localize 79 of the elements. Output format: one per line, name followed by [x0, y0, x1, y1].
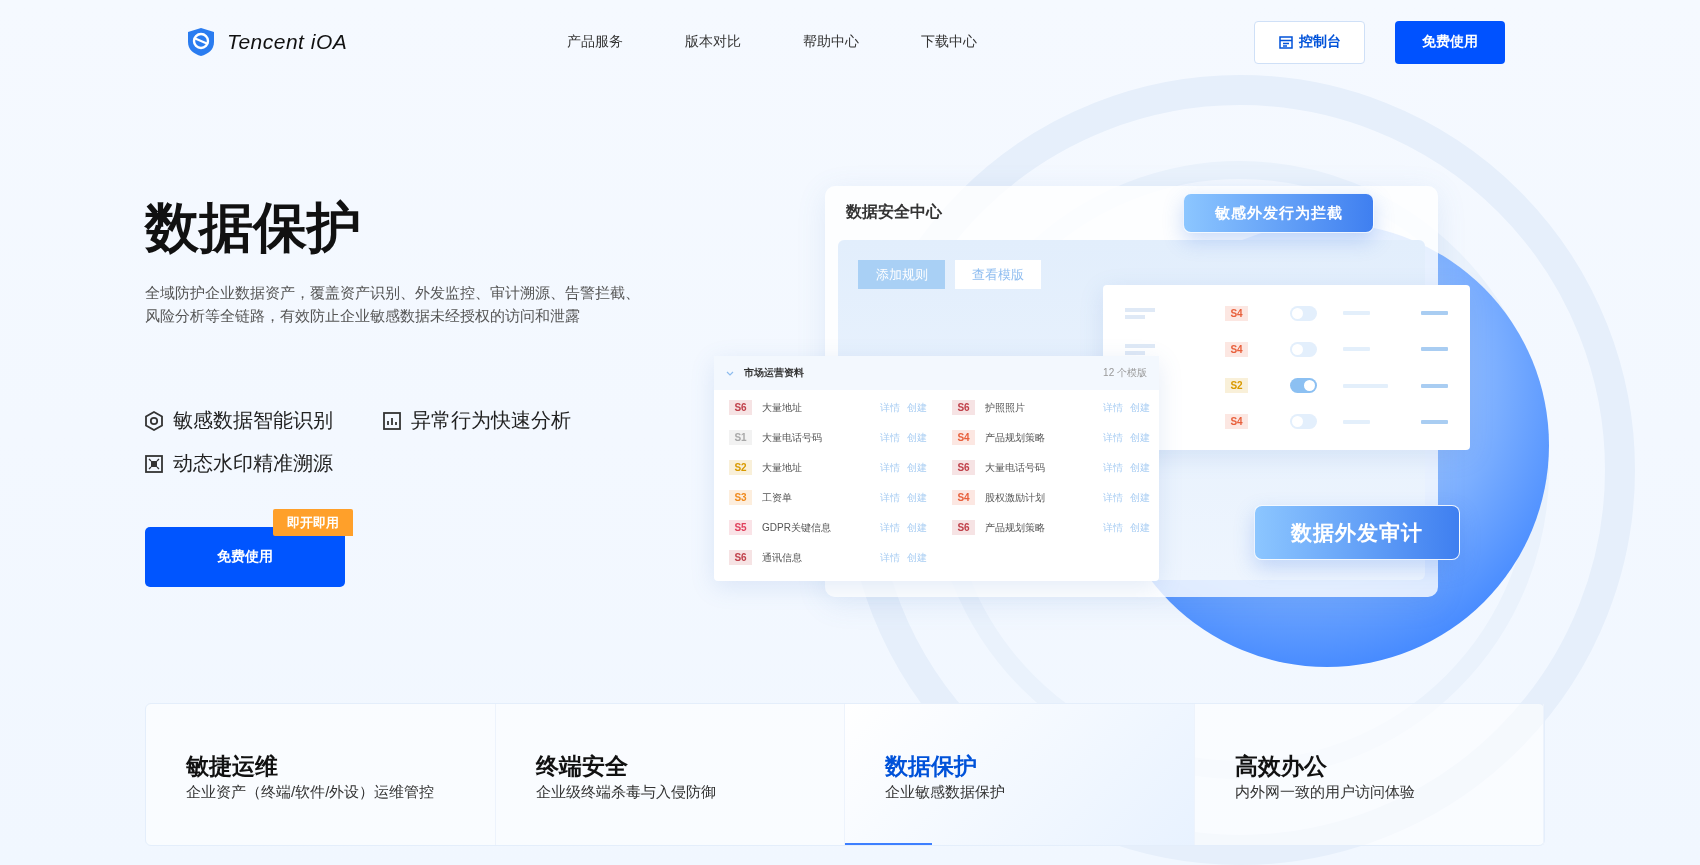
level-tag: S2 — [729, 460, 752, 475]
action-link[interactable]: 详情 — [1103, 490, 1123, 505]
feature-text: 动态水印精准溯源 — [173, 451, 333, 476]
level-tag: S6 — [729, 400, 752, 415]
tab-subtitle: 企业资产（终端/软件/外设）运维管控 — [186, 783, 436, 802]
table-cell-text: 产品规划策略 — [985, 520, 1046, 535]
instant-badge: 即开即用 — [273, 509, 353, 536]
action-link[interactable]: 详情 — [1103, 400, 1123, 415]
panel-button[interactable]: 查看模版 — [955, 260, 1041, 289]
table-cell-text: 大量电话号码 — [762, 430, 823, 445]
action-link[interactable]: 创建 — [907, 520, 927, 535]
action-link[interactable]: 详情 — [880, 490, 900, 505]
level-tag: S3 — [729, 490, 752, 505]
action-link[interactable]: 详情 — [880, 430, 900, 445]
table-cell-text: 通讯信息 — [762, 550, 803, 565]
tab-title: 数据保护 — [885, 752, 978, 780]
action-link[interactable]: 创建 — [1130, 460, 1150, 475]
level-tag: S2 — [1225, 378, 1248, 394]
level-tag: S4 — [1225, 341, 1248, 357]
tab-title: 高效办公 — [1234, 752, 1328, 780]
hero-description: 全域防护企业数据资产，覆盖资产识别、外发监控、审计溯源、告警拦截、风险分析等全链路，有效防止企业敏感数据未经授权的访问和泄露 — [145, 283, 641, 326]
nav-link[interactable]: 下载中心 — [921, 33, 978, 51]
tab-title: 终端安全 — [535, 752, 629, 780]
logo-text: Tencent iOA — [227, 30, 348, 54]
template-count: 12 个模版 — [1103, 366, 1147, 380]
action-link[interactable]: 详情 — [880, 550, 900, 565]
table-cell-text: 产品规划策略 — [985, 430, 1046, 445]
table-cell-text: GDPR关键信息 — [762, 520, 832, 535]
level-tag: S4 — [952, 490, 975, 505]
level-tag: S4 — [1225, 305, 1248, 321]
nav-link[interactable]: 产品服务 — [567, 33, 624, 51]
action-link[interactable]: 详情 — [880, 460, 900, 475]
action-link[interactable]: 详情 — [880, 520, 900, 535]
table-title: 市场运营资料 — [744, 366, 804, 380]
level-tag: S4 — [1225, 414, 1248, 430]
action-link[interactable]: 详情 — [1103, 430, 1123, 445]
action-link[interactable]: 创建 — [1130, 520, 1150, 535]
action-link[interactable]: 创建 — [1130, 490, 1150, 505]
panel-button[interactable]: 添加规则 — [858, 260, 945, 289]
table-cell-text: 股权激励计划 — [985, 490, 1046, 505]
table-cell-text: 大量地址 — [762, 400, 803, 415]
level-tag: S6 — [952, 520, 975, 535]
level-tag: S4 — [952, 430, 975, 445]
feature-text: 异常行为快速分析 — [411, 408, 571, 433]
action-link[interactable]: 创建 — [1130, 430, 1150, 445]
action-link[interactable]: 创建 — [907, 430, 927, 445]
level-tag: S6 — [952, 400, 975, 415]
console-button[interactable]: 控制台 — [1254, 20, 1365, 64]
level-tag: S6 — [952, 460, 975, 475]
level-tag: S1 — [729, 430, 752, 445]
product-tab[interactable]: 高效办公 内外网一致的用户访问体验 — [1194, 704, 1544, 845]
free-trial-button[interactable]: 免费使用 — [1395, 20, 1505, 64]
action-link[interactable]: 创建 — [907, 460, 927, 475]
table-cell-text: 大量电话号码 — [985, 460, 1046, 475]
action-link[interactable]: 详情 — [880, 400, 900, 415]
tab-title: 敏捷运维 — [186, 752, 279, 780]
product-tab[interactable]: 敏捷运维 企业资产（终端/软件/外设）运维管控 — [146, 704, 496, 845]
action-link[interactable]: 创建 — [907, 400, 927, 415]
callout-label: 数据外发审计 — [1254, 505, 1460, 560]
tab-subtitle: 内外网一致的用户访问体验 — [1234, 783, 1416, 802]
callout-label: 敏感外发行为拦截 — [1183, 193, 1374, 233]
table-cell-text: 护照照片 — [985, 400, 1026, 415]
table-cell-text: 大量地址 — [762, 460, 803, 475]
tab-subtitle: 企业级终端杀毒与入侵防御 — [535, 783, 717, 802]
action-link[interactable]: 详情 — [1103, 460, 1123, 475]
table-cell-text: 工资单 — [762, 490, 793, 505]
action-link[interactable]: 创建 — [907, 550, 927, 565]
action-link[interactable]: 创建 — [1130, 400, 1150, 415]
level-tag: S6 — [729, 550, 752, 565]
level-tag: S5 — [729, 520, 752, 535]
action-link[interactable]: 创建 — [907, 490, 927, 505]
feature-text: 敏感数据智能识别 — [173, 408, 333, 433]
nav-link[interactable]: 帮助中心 — [803, 33, 860, 51]
tab-subtitle: 企业敏感数据保护 — [885, 783, 1006, 802]
panel-title: 数据安全中心 — [845, 202, 942, 222]
hero-title: 数据保护 — [145, 196, 362, 259]
nav-link[interactable]: 版本对比 — [685, 33, 742, 51]
product-tab[interactable]: 数据保护 企业敏感数据保护 — [845, 704, 1195, 845]
action-link[interactable]: 详情 — [1103, 520, 1123, 535]
